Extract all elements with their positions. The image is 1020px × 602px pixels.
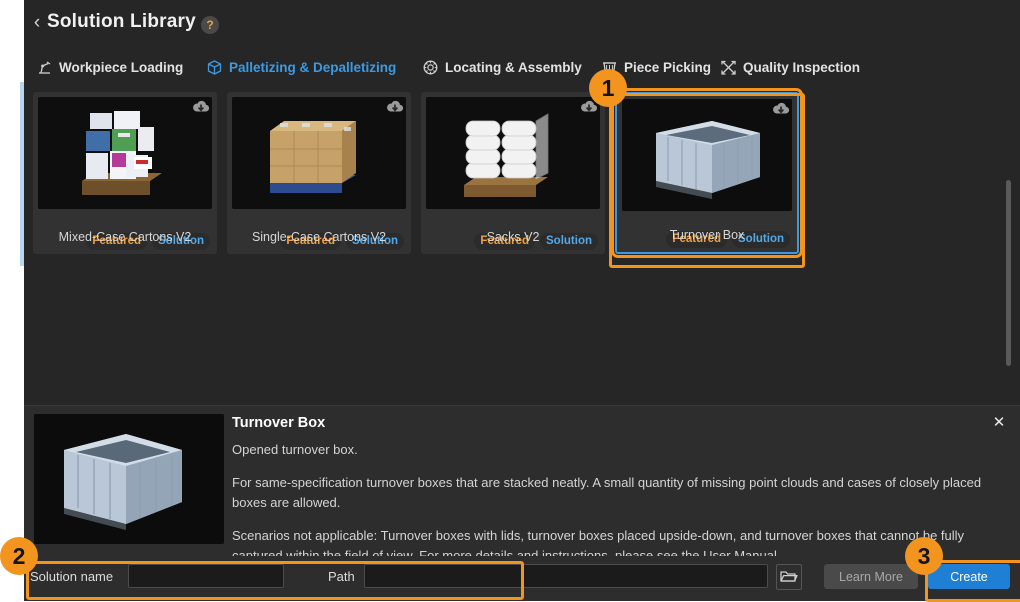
folder-icon[interactable]	[776, 564, 802, 590]
solution-card-turnover-box[interactable]: Featured Solution Turnover Box	[611, 88, 803, 258]
create-solution-form-bar: Solution name Path Learn More Create	[24, 556, 1020, 600]
tab-workpiece-loading[interactable]: Workpiece Loading	[36, 56, 183, 78]
download-icon[interactable]	[386, 99, 404, 117]
category-tab-bar: Workpiece Loading Palletizing & Depallet…	[24, 56, 1020, 82]
solution-card-grid: Featured Solution Mixed-Case Cartons V2	[24, 88, 1020, 397]
scan-cross-icon	[720, 59, 737, 76]
annotation-badge-2: 2	[0, 537, 38, 575]
card-thumbnail	[38, 97, 212, 209]
tab-label: Workpiece Loading	[59, 59, 184, 75]
tab-quality-inspection[interactable]: Quality Inspection	[720, 56, 860, 78]
robot-arm-icon	[36, 59, 53, 76]
download-icon[interactable]	[772, 101, 790, 119]
download-icon[interactable]	[192, 99, 210, 117]
close-icon[interactable]: ✕	[990, 414, 1008, 432]
annotation-badge-3: 3	[905, 537, 943, 575]
path-input[interactable]	[364, 564, 768, 588]
learn-more-button[interactable]: Learn More	[824, 564, 918, 589]
card-thumbnail	[426, 97, 600, 209]
detail-paragraph-2: For same-specification turnover boxes th…	[232, 475, 982, 510]
path-label: Path	[328, 569, 355, 584]
app-panel: ‹ Solution Library ? Workpiece Loading P…	[24, 0, 1020, 601]
card-name: Single-Case Cartons V2	[251, 230, 387, 244]
solution-name-input[interactable]	[128, 564, 284, 588]
tab-label: Quality Inspection	[743, 59, 861, 75]
tab-label: Palletizing & Depalletizing	[229, 59, 397, 75]
detail-title: Turnover Box	[232, 415, 326, 431]
detail-thumbnail	[34, 414, 224, 544]
card-name: Turnover Box	[669, 228, 745, 242]
annotation-badge-1: 1	[589, 69, 627, 107]
cube-icon	[206, 59, 223, 76]
detail-paragraph-1: Opened turnover box.	[232, 442, 358, 457]
card-name: Sacks V2	[486, 230, 540, 244]
card-area-scrollbar[interactable]	[1006, 180, 1011, 366]
card-name: Mixed-Case Cartons V2	[58, 230, 192, 244]
card-thumbnail	[622, 99, 792, 211]
page-title: Solution Library	[47, 11, 196, 32]
solution-library-screen: ‹ Solution Library ? Workpiece Loading P…	[0, 0, 1020, 602]
tab-palletizing-depalletizing[interactable]: Palletizing & Depalletizing	[206, 56, 396, 78]
solution-card-mixed-case-cartons[interactable]: Featured Solution Mixed-Case Cartons V2	[33, 92, 217, 254]
card-thumbnail	[232, 97, 406, 209]
left-gutter	[0, 0, 20, 600]
solution-card-sacks[interactable]: Featured Solution Sacks V2	[421, 92, 605, 254]
solution-card-single-case-cartons[interactable]: Featured Solution Single-Case Cartons V2	[227, 92, 411, 254]
question-mark-icon[interactable]: ?	[201, 16, 219, 34]
gear-wheel-icon	[422, 59, 439, 76]
header: ‹ Solution Library ?	[24, 0, 1020, 48]
chevron-left-icon[interactable]: ‹	[29, 13, 45, 33]
tab-label: Locating & Assembly	[445, 59, 582, 75]
solution-name-label: Solution name	[30, 569, 114, 584]
tab-locating-assembly[interactable]: Locating & Assembly	[422, 56, 582, 78]
tab-label: Piece Picking	[624, 59, 712, 75]
create-button[interactable]: Create	[928, 564, 1010, 589]
